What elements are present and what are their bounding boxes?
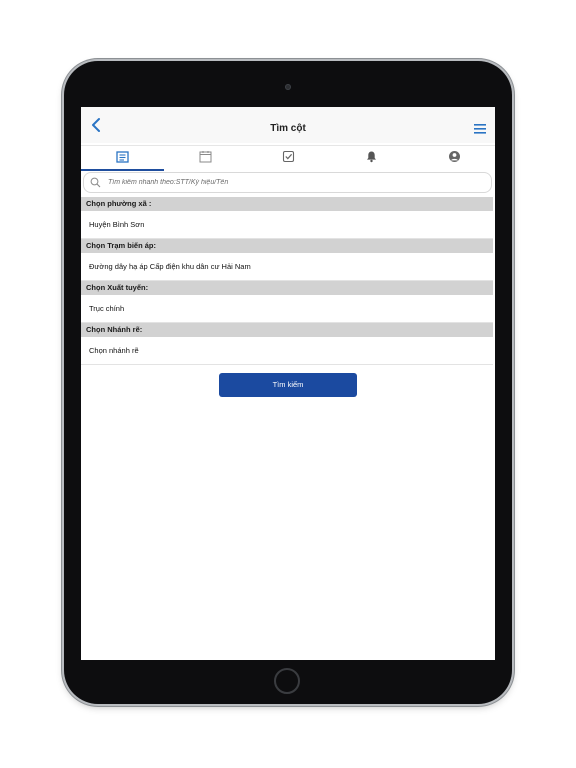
section-ward-label: Chọn phường xã :	[81, 197, 493, 211]
page-title: Tìm cột	[270, 123, 306, 134]
home-button[interactable]	[274, 668, 300, 694]
document-list-icon	[116, 151, 129, 163]
search-button[interactable]: Tìm kiếm	[219, 373, 357, 397]
tab-calendar[interactable]	[164, 146, 247, 170]
tab-bar	[81, 145, 495, 171]
front-camera	[285, 84, 291, 90]
ward-select[interactable]: Huyện Bình Sơn	[81, 211, 493, 239]
user-circle-icon	[449, 151, 460, 162]
section-feeder-label: Chọn Xuất tuyến:	[81, 281, 493, 295]
tab-profile[interactable]	[413, 146, 495, 170]
section-branch-label: Chọn Nhánh rẽ:	[81, 323, 493, 337]
calendar-icon	[199, 151, 212, 163]
hamburger-menu-icon[interactable]	[473, 123, 487, 135]
section-substation-label: Chọn Trạm biến áp:	[81, 239, 493, 253]
branch-select[interactable]: Chọn nhánh rẽ	[81, 337, 493, 365]
tab-checklist[interactable]	[247, 146, 330, 170]
tab-notifications[interactable]	[330, 146, 413, 170]
tab-document-list[interactable]	[81, 146, 164, 171]
feeder-select[interactable]: Trục chính	[81, 295, 493, 323]
checkbox-icon	[282, 150, 295, 163]
substation-select[interactable]: Đường dây hạ áp Cấp điện khu dân cư Hải …	[81, 253, 493, 281]
app-screen: Tìm cột Tìm kiếm nhanh theo:STT/Ký hiệu/…	[81, 107, 495, 660]
search-icon	[90, 177, 101, 188]
bell-icon	[367, 151, 376, 163]
search-bar	[83, 172, 492, 193]
navigation-bar: Tìm cột	[81, 107, 495, 143]
search-input[interactable]	[108, 174, 478, 191]
